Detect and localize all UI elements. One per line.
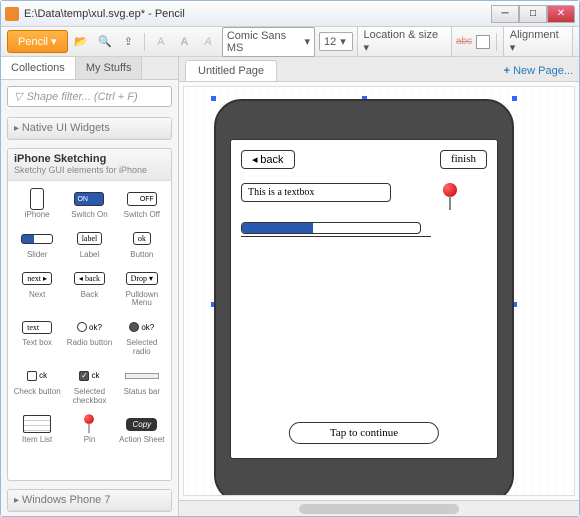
color-swatch[interactable]: [476, 35, 490, 49]
stencil-label[interactable]: labelLabel: [64, 225, 114, 263]
sidebar: Collections My Stuffs ▽ Shape filter... …: [1, 57, 179, 516]
toolbar: Pencil▾ 📂 🔍 ⇪ A A A Comic Sans MS▾ 12▾ L…: [1, 27, 579, 57]
new-page-button[interactable]: + New Page...: [504, 65, 573, 77]
stencil-drop[interactable]: Drop ▾Pulldown Menu: [117, 265, 167, 312]
stencil-pin[interactable]: Pin: [64, 410, 114, 448]
stencil-switch-off[interactable]: OFFSwitch Off: [117, 185, 167, 223]
tab-collections[interactable]: Collections: [1, 57, 76, 79]
zoom-icon[interactable]: 🔍: [95, 32, 115, 52]
maximize-button[interactable]: □: [519, 5, 547, 23]
stencil-check-sel[interactable]: ✓ckSelected checkbox: [64, 362, 114, 409]
stencil-status[interactable]: Status bar: [117, 362, 167, 409]
group-native-ui[interactable]: ▸ Native UI Widgets: [8, 118, 171, 139]
app-icon: [5, 7, 19, 21]
pencil-menu-button[interactable]: Pencil▾: [7, 30, 68, 53]
stencil-back[interactable]: ◂ backBack: [64, 265, 114, 312]
mockup-pin[interactable]: [441, 183, 459, 211]
canvas[interactable]: ◂ back finish This is a textbox: [183, 86, 575, 496]
filter-icon: ▽: [14, 90, 22, 103]
location-size-dropdown[interactable]: Location & size ▾: [357, 26, 452, 57]
stencil-list[interactable]: Item List: [12, 410, 62, 448]
font-size-select[interactable]: 12▾: [319, 32, 352, 51]
mockup-back-button[interactable]: ◂ back: [241, 150, 295, 169]
window-title: E:\Data\temp\xul.svg.ep* - Pencil: [24, 8, 491, 20]
selection-handle[interactable]: [511, 95, 518, 102]
export-icon[interactable]: ⇪: [119, 32, 139, 52]
stencil-radio-sel[interactable]: ok?Selected radio: [117, 313, 167, 360]
stencil-button[interactable]: okButton: [117, 225, 167, 263]
stencil-switch-on[interactable]: ONSwitch On: [64, 185, 114, 223]
title-bar: E:\Data\temp\xul.svg.ep* - Pencil ─ □ ✕: [1, 1, 579, 27]
group-iphone-sketching[interactable]: iPhone Sketching Sketchy GUI elements fo…: [8, 149, 171, 181]
group-windows-phone[interactable]: ▸ Windows Phone 7: [8, 490, 171, 511]
shape-filter-input[interactable]: ▽ Shape filter... (Ctrl + F): [7, 86, 172, 107]
italic-icon: A: [198, 32, 218, 52]
stencil-action[interactable]: CopyAction Sheet: [117, 410, 167, 448]
selection-handle[interactable]: [210, 95, 217, 102]
stencil-check[interactable]: ckCheck button: [12, 362, 62, 409]
stencil-next[interactable]: next ▸Next: [12, 265, 62, 312]
alignment-dropdown[interactable]: Alignment ▾: [503, 26, 573, 57]
mockup-progress: [241, 222, 421, 234]
font-icon: A: [151, 32, 171, 52]
mockup-textbox[interactable]: This is a textbox: [241, 183, 391, 202]
stencil-radio[interactable]: ok?Radio button: [64, 313, 114, 360]
font-family-select[interactable]: Comic Sans MS▾: [222, 27, 315, 57]
strike-label: abc: [456, 36, 472, 47]
horizontal-scrollbar[interactable]: [179, 500, 579, 516]
stencil-text[interactable]: textText box: [12, 313, 62, 360]
stencil-phone[interactable]: iPhone: [12, 185, 62, 223]
phone-mockup[interactable]: ◂ back finish This is a textbox: [214, 99, 514, 496]
open-icon[interactable]: 📂: [72, 32, 92, 52]
close-button[interactable]: ✕: [547, 5, 575, 23]
bold-icon: A: [175, 32, 195, 52]
minimize-button[interactable]: ─: [491, 5, 519, 23]
tab-my-stuffs[interactable]: My Stuffs: [76, 57, 143, 79]
stencil-slider[interactable]: Slider: [12, 225, 62, 263]
mockup-finish-button[interactable]: finish: [440, 150, 487, 169]
mockup-tap-button[interactable]: Tap to continue: [289, 422, 439, 444]
plus-icon: +: [504, 65, 510, 77]
page-tab-untitled[interactable]: Untitled Page: [185, 60, 277, 81]
